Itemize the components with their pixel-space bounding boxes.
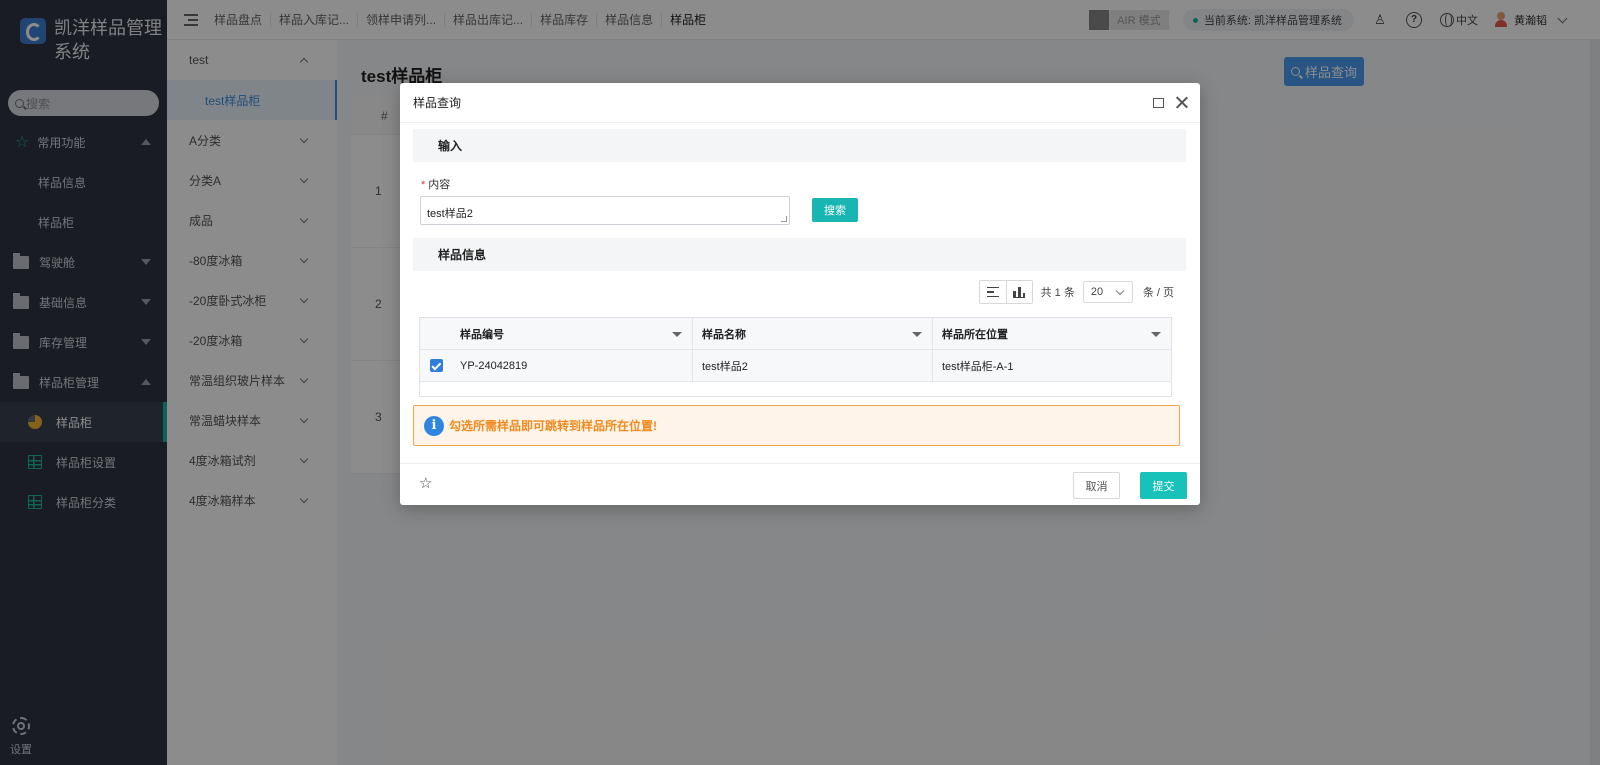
dialog-header: 样品查询 [400,83,1200,123]
sort-icon [986,287,999,297]
column-header-location[interactable]: 样品所在位置 [932,318,1171,349]
row-checkbox[interactable] [429,359,443,372]
search-button[interactable]: 搜索 [812,198,858,222]
column-header-name[interactable]: 样品名称 [692,318,932,349]
dropdown-icon[interactable] [1151,332,1161,337]
sample-grid: 样品编号 样品名称 样品所在位置 YP-24042819 test样品2 tes… [419,317,1172,397]
content-label-text: 内容 [428,179,451,191]
required-marker: * [421,179,426,191]
row-checkbox-cell [420,350,452,381]
grid-header-row: 样品编号 样品名称 样品所在位置 [420,318,1171,350]
content-field-label: * 内容 [421,176,450,192]
chart-button[interactable] [1005,281,1032,303]
favorite-star-icon[interactable]: ☆ [419,476,432,492]
table-row[interactable]: YP-24042819 test样品2 test样品柜-A-1 [420,350,1171,382]
column-header-code[interactable]: 样品编号 [452,318,692,349]
cancel-button[interactable]: 取消 [1073,472,1120,499]
scrollbar[interactable] [1590,40,1600,765]
maximize-icon[interactable] [1153,98,1164,108]
cell-location: test样品柜-A-1 [932,350,1171,381]
dialog-footer: ☆ 取消 提交 [400,463,1200,505]
column-header-label: 样品编号 [460,328,504,341]
sort-button[interactable] [980,281,1006,303]
dialog-title: 样品查询 [413,96,462,110]
close-icon[interactable] [1175,96,1189,110]
dropdown-icon[interactable] [672,332,682,337]
info-icon: i [424,415,444,436]
toolbar-button-group [978,280,1033,304]
page-size-select[interactable]: 20 [1082,281,1133,303]
total-count: 共 1 条 [1040,287,1075,299]
submit-button[interactable]: 提交 [1140,472,1187,499]
grid-toolbar: 共 1 条 20 条 / 页 [978,280,1174,304]
notice-text: 勾选所需样品即可跳转到样品所在位置! [449,419,657,433]
per-page-label: 条 / 页 [1142,287,1174,299]
cell-name: test样品2 [692,350,932,381]
grid-footer [420,382,1171,396]
input-section-header: 输入 [413,129,1186,162]
dropdown-icon[interactable] [912,332,922,337]
header-checkbox-cell [420,318,452,349]
content-input[interactable]: test样品2 [420,196,790,225]
column-header-label: 样品名称 [702,328,746,341]
sample-info-section-header: 样品信息 [413,238,1186,271]
bar-chart-icon [1013,286,1026,298]
sample-query-dialog: 样品查询 输入 * 内容 test样品2 搜索 样品信息 共 1 条 20 条 /… [400,83,1200,505]
column-header-label: 样品所在位置 [942,328,1008,341]
notice-banner: i 勾选所需样品即可跳转到样品所在位置! [413,405,1180,446]
cell-code: YP-24042819 [460,359,528,372]
